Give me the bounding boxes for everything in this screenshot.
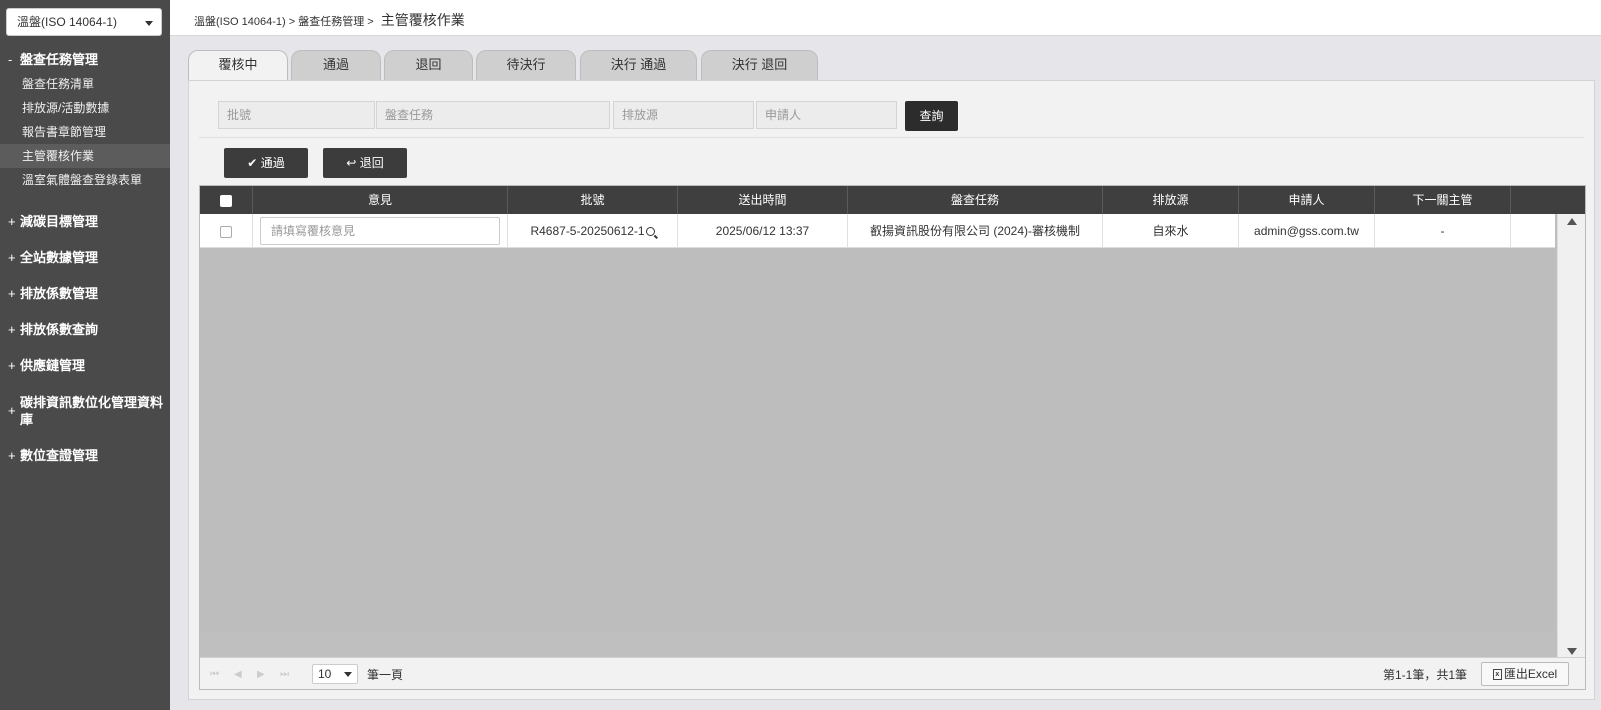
excel-icon: x — [1492, 669, 1502, 681]
tab-reviewing[interactable]: 覆核中 — [188, 50, 288, 81]
divider — [199, 137, 1584, 138]
comment-input[interactable]: 請填寫覆核意見 — [260, 217, 500, 245]
expand-icon: + — [8, 358, 16, 373]
reject-label: 退回 — [359, 156, 384, 170]
col-header-sent-time[interactable]: 送出時間 — [678, 186, 848, 214]
scroll-down-icon[interactable] — [1567, 648, 1577, 655]
task-cell: 叡揚資訊股份有限公司 (2024)-審核機制 — [848, 214, 1103, 248]
tab-rejected[interactable]: 退回 — [384, 50, 473, 80]
expand-icon: + — [8, 286, 16, 301]
batch-cell[interactable]: R4687-5-20250612-1 — [508, 214, 678, 248]
scroll-up-icon[interactable] — [1567, 218, 1577, 225]
next-page-icon[interactable]: ▶ — [257, 669, 265, 680]
last-page-icon[interactable]: ⏭ — [280, 669, 289, 680]
sidebar-group-label: 供應鏈管理 — [20, 358, 86, 373]
expand-icon: + — [8, 214, 16, 229]
source-input[interactable]: 排放源 — [613, 101, 754, 129]
sidebar-group-carbon-db[interactable]: + 碳排資訊數位化管理資料庫 — [0, 384, 170, 438]
approve-button[interactable]: ✔ 通過 — [224, 148, 308, 178]
sidebar-group-label: 盤查任務管理 — [20, 52, 99, 67]
sidebar: 溫盤(ISO 14064-1) - 盤查任務管理 盤查任務清單 排放源/活動數據 … — [0, 0, 170, 710]
tab-pending-decision[interactable]: 待決行 — [476, 50, 576, 80]
breadcrumb-item-audit-task[interactable]: 盤查任務管理 > — [298, 16, 373, 28]
page-size-unit: 筆一頁 — [367, 668, 404, 682]
export-excel-button[interactable]: x 匯出Excel — [1481, 662, 1569, 686]
return-arrow-icon: ↩ — [346, 156, 357, 170]
sidebar-group-site-data[interactable]: + 全站數據管理 — [0, 240, 170, 276]
check-icon: ✔ — [247, 156, 258, 170]
source-cell: 自來水 — [1103, 214, 1239, 248]
col-header-batch[interactable]: 批號 — [508, 186, 678, 214]
sidebar-group-label: 數位查證管理 — [20, 448, 99, 463]
collapse-icon: - — [8, 52, 13, 67]
sidebar-group-digital-verify[interactable]: + 數位查證管理 — [0, 438, 170, 474]
chevron-down-icon — [344, 672, 352, 677]
sidebar-group-reduction-target[interactable]: + 減碳目標管理 — [0, 204, 170, 240]
select-all-cell — [200, 186, 253, 214]
sidebar-group-label: 減碳目標管理 — [20, 214, 99, 229]
tab-approved[interactable]: 通過 — [291, 50, 381, 80]
task-input[interactable]: 盤查任務 — [376, 101, 610, 129]
export-excel-label: 匯出Excel — [1503, 667, 1558, 681]
sidebar-group-audit-task[interactable]: - 盤查任務管理 — [0, 52, 170, 72]
first-page-icon[interactable]: ⏮ — [210, 669, 219, 680]
batch-input[interactable]: 批號 — [218, 101, 375, 129]
col-header-applicant[interactable]: 申請人 — [1239, 186, 1375, 214]
row-checkbox[interactable] — [220, 225, 232, 238]
sidebar-group-label: 排放係數管理 — [20, 286, 99, 301]
tab-decision-rejected[interactable]: 決行 退回 — [701, 50, 818, 80]
sent-time-cell: 2025/06/12 13:37 — [678, 214, 848, 248]
vertical-scrollbar[interactable] — [1557, 214, 1585, 659]
col-header-next-manager[interactable]: 下一關主管 — [1375, 186, 1511, 214]
col-header-task[interactable]: 盤查任務 — [848, 186, 1103, 214]
comment-cell: 請填寫覆核意見 — [253, 214, 508, 248]
expand-icon: + — [8, 403, 16, 418]
topbar: 溫盤(ISO 14064-1) > 盤查任務管理 > 主管覆核作業 — [170, 0, 1601, 36]
pager: ⏮ ◀ ▶ ⏭ 10 筆一頁 第1-1筆，共1筆 x 匯出Excel — [200, 657, 1585, 689]
next-manager-cell: - — [1375, 214, 1511, 248]
expand-icon: + — [8, 322, 16, 337]
batch-value: R4687-5-20250612-1 — [530, 224, 645, 238]
page-size-value: 10 — [318, 667, 332, 681]
prev-page-icon[interactable]: ◀ — [234, 669, 242, 680]
page-size-select[interactable]: 10 — [312, 664, 358, 684]
page-info: 第1-1筆，共1筆 — [1382, 668, 1467, 682]
breadcrumb-item-system[interactable]: 溫盤(ISO 14064-1) > — [194, 16, 295, 28]
sidebar-group-label: 排放係數查詢 — [20, 322, 99, 337]
sidebar-item-manager-review[interactable]: 主管覆核作業 — [0, 144, 170, 168]
select-all-checkbox[interactable] — [220, 194, 232, 207]
sidebar-group-factor-manage[interactable]: + 排放係數管理 — [0, 276, 170, 312]
table-row[interactable]: 請填寫覆核意見 R4687-5-20250612-1 2025/06/12 13… — [200, 214, 1555, 248]
sidebar-group-label: 全站數據管理 — [20, 250, 99, 265]
sidebar-item-emission-data[interactable]: 排放源/活動數據 — [0, 96, 170, 120]
tab-decision-approved[interactable]: 決行 通過 — [580, 50, 697, 80]
applicant-cell: admin@gss.com.tw — [1239, 214, 1375, 248]
row-select-cell — [200, 214, 253, 248]
grid-empty-area — [200, 248, 1555, 631]
grid-header: 意見 批號 送出時間 盤查任務 排放源 申請人 下一關主管 — [200, 186, 1585, 214]
sidebar-item-report-chapters[interactable]: 報告書章節管理 — [0, 120, 170, 144]
review-grid: 意見 批號 送出時間 盤查任務 排放源 申請人 下一關主管 請填寫覆核意見 R4… — [199, 185, 1586, 690]
sidebar-item-ghg-form[interactable]: 溫室氣體盤查登錄表單 — [0, 168, 170, 192]
sidebar-group-supply-chain[interactable]: + 供應鏈管理 — [0, 348, 170, 384]
chevron-down-icon — [145, 21, 153, 26]
expand-icon: + — [8, 250, 16, 265]
applicant-input[interactable]: 申請人 — [756, 101, 897, 129]
expand-icon: + — [8, 448, 16, 463]
system-select[interactable]: 溫盤(ISO 14064-1) — [6, 8, 162, 36]
content-panel: 批號 盤查任務 排放源 申請人 查詢 ✔ 通過 ↩ 退回 意見 批號 送出時間 … — [188, 80, 1595, 700]
page-title: 主管覆核作業 — [380, 12, 465, 28]
col-header-source[interactable]: 排放源 — [1103, 186, 1239, 214]
reject-button[interactable]: ↩ 退回 — [323, 148, 407, 178]
sidebar-group-label: 碳排資訊數位化管理資料庫 — [20, 395, 164, 427]
approve-label: 通過 — [260, 156, 285, 170]
query-button[interactable]: 查詢 — [905, 101, 958, 131]
col-header-comment[interactable]: 意見 — [253, 186, 508, 214]
sidebar-item-task-list[interactable]: 盤查任務清單 — [0, 72, 170, 96]
sidebar-group-factor-query[interactable]: + 排放係數查詢 — [0, 312, 170, 348]
breadcrumb: 溫盤(ISO 14064-1) > 盤查任務管理 > 主管覆核作業 — [194, 10, 465, 30]
system-select-value: 溫盤(ISO 14064-1) — [17, 15, 118, 29]
search-icon[interactable] — [645, 227, 655, 237]
sidebar-nav: - 盤查任務管理 盤查任務清單 排放源/活動數據 報告書章節管理 主管覆核作業 溫… — [0, 52, 170, 474]
